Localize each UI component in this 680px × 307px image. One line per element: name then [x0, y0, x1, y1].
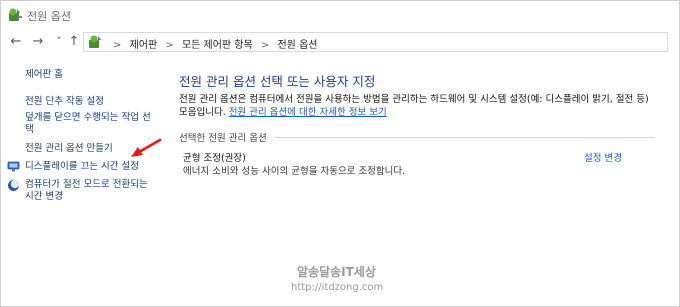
section-divider: [275, 137, 655, 138]
sidebar-item-sleep-time[interactable]: 컴퓨터가 절전 모드로 전환되는 시간 변경: [25, 179, 155, 203]
forward-button[interactable]: →: [29, 33, 47, 51]
breadcrumb-item-all-items[interactable]: 모든 제어판 항목: [182, 36, 253, 51]
power-options-info-link[interactable]: 전원 관리 옵션에 대한 자세한 정보 보기: [229, 107, 387, 118]
annotation-arrow: [131, 138, 162, 157]
breadcrumb: > 제어판 > 모든 제어판 항목 > 전원 옵션: [108, 36, 317, 51]
change-plan-settings-link[interactable]: 설정 변경: [584, 150, 622, 164]
up-button[interactable]: ↑: [65, 33, 83, 51]
back-button[interactable]: ←: [7, 33, 25, 51]
page-title: 전원 관리 옵션 선택 또는 사용자 지정: [179, 74, 376, 89]
monitor-icon: [7, 161, 20, 172]
control-panel-icon: [89, 35, 101, 48]
breadcrumb-separator: >: [165, 40, 174, 51]
breadcrumb-item-control-panel[interactable]: 제어판: [130, 36, 158, 51]
sidebar: 제어판 홈 전원 단추 작동 설정 덮개를 닫으면 수행되는 작업 선택 전원 …: [1, 55, 162, 306]
sidebar-item-control-panel-home[interactable]: 제어판 홈: [25, 69, 155, 81]
window-title: 전원 옵션: [27, 10, 71, 23]
control-panel-window: 전원 옵션 ← → ˅ ↑ > 제어판 > 모든 제어판 항목 > 전원 옵션 …: [0, 0, 680, 307]
power-options-icon: [9, 8, 22, 21]
address-row: ← → ˅ ↑ > 제어판 > 모든 제어판 항목 > 전원 옵션: [1, 29, 679, 55]
breadcrumb-separator: >: [113, 40, 122, 51]
watermark-url: http://itdzong.com: [291, 282, 384, 293]
sidebar-item-power-button-settings[interactable]: 전원 단추 작동 설정: [25, 96, 155, 108]
address-bar[interactable]: > 제어판 > 모든 제어판 항목 > 전원 옵션: [83, 32, 668, 52]
breadcrumb-separator: >: [260, 40, 270, 51]
plan-name: 균형 조정(권장): [183, 153, 246, 164]
moon-icon: [8, 179, 20, 191]
sidebar-item-display-off-time[interactable]: 디스플레이를 끄는 시간 설정: [25, 161, 155, 173]
selected-plan-section-label: 선택한 전원 관리 옵션: [179, 133, 267, 144]
sidebar-item-lid-close-action[interactable]: 덮개를 닫으면 수행되는 작업 선택: [25, 112, 155, 136]
page-description: 전원 관리 옵션은 컴퓨터에서 전원을 사용하는 방법을 관리하는 하드웨어 및…: [179, 93, 649, 119]
watermark-title: 알송달송IT세상: [297, 265, 376, 279]
title-bar: 전원 옵션: [1, 1, 679, 29]
breadcrumb-item-power-options[interactable]: 전원 옵션: [277, 36, 317, 51]
plan-description: 에너지 소비와 성능 사이의 균형을 자동으로 조정합니다.: [183, 166, 406, 177]
